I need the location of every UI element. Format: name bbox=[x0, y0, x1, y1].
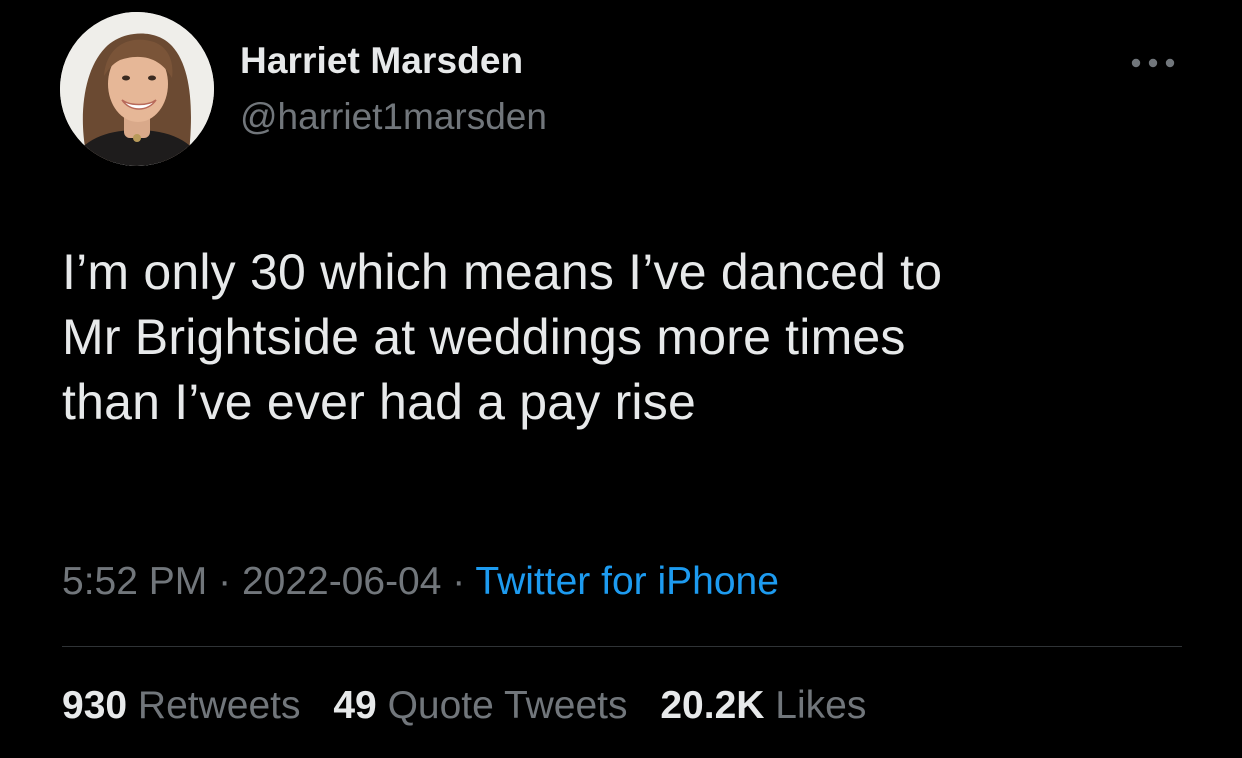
likes-stat[interactable]: 20.2K Likes bbox=[660, 684, 866, 727]
likes-count: 20.2K bbox=[660, 684, 765, 727]
tweet-text-line: Mr Brightside at weddings more times bbox=[62, 309, 906, 365]
more-horizontal-icon bbox=[1131, 58, 1175, 68]
more-options-button[interactable] bbox=[1126, 48, 1180, 78]
meta-separator: · bbox=[218, 560, 232, 603]
quote-tweets-count: 49 bbox=[333, 684, 377, 727]
author-avatar[interactable] bbox=[60, 12, 214, 166]
retweets-label: Retweets bbox=[137, 684, 301, 727]
likes-label: Likes bbox=[775, 684, 867, 727]
author-name[interactable]: Harriet Marsden bbox=[240, 40, 523, 82]
quote-tweets-stat[interactable]: 49 Quote Tweets bbox=[333, 684, 627, 727]
tweet-text-line: than I’ve ever had a pay rise bbox=[62, 374, 696, 430]
retweets-count: 930 bbox=[62, 684, 128, 727]
divider bbox=[62, 646, 1182, 647]
tweet-text: I’m only 30 which means I’ve danced to M… bbox=[62, 240, 1202, 435]
retweets-stat[interactable]: 930 Retweets bbox=[62, 684, 301, 727]
tweet-meta: 5:52 PM · 2022-06-04 · Twitter for iPhon… bbox=[62, 560, 779, 604]
tweet-text-line: I’m only 30 which means I’ve danced to bbox=[62, 244, 943, 300]
tweet-date[interactable]: 2022-06-04 bbox=[242, 560, 442, 603]
profile-photo-icon bbox=[60, 12, 214, 166]
tweet-source-link[interactable]: Twitter for iPhone bbox=[475, 560, 778, 603]
meta-separator: · bbox=[452, 560, 466, 603]
tweet-card: Harriet Marsden @harriet1marsden I’m onl… bbox=[0, 0, 1242, 758]
quote-tweets-label: Quote Tweets bbox=[387, 684, 628, 727]
tweet-stats: 930 Retweets 49 Quote Tweets 20.2K Likes bbox=[62, 684, 888, 728]
author-handle[interactable]: @harriet1marsden bbox=[240, 96, 547, 138]
tweet-time[interactable]: 5:52 PM bbox=[62, 560, 207, 603]
